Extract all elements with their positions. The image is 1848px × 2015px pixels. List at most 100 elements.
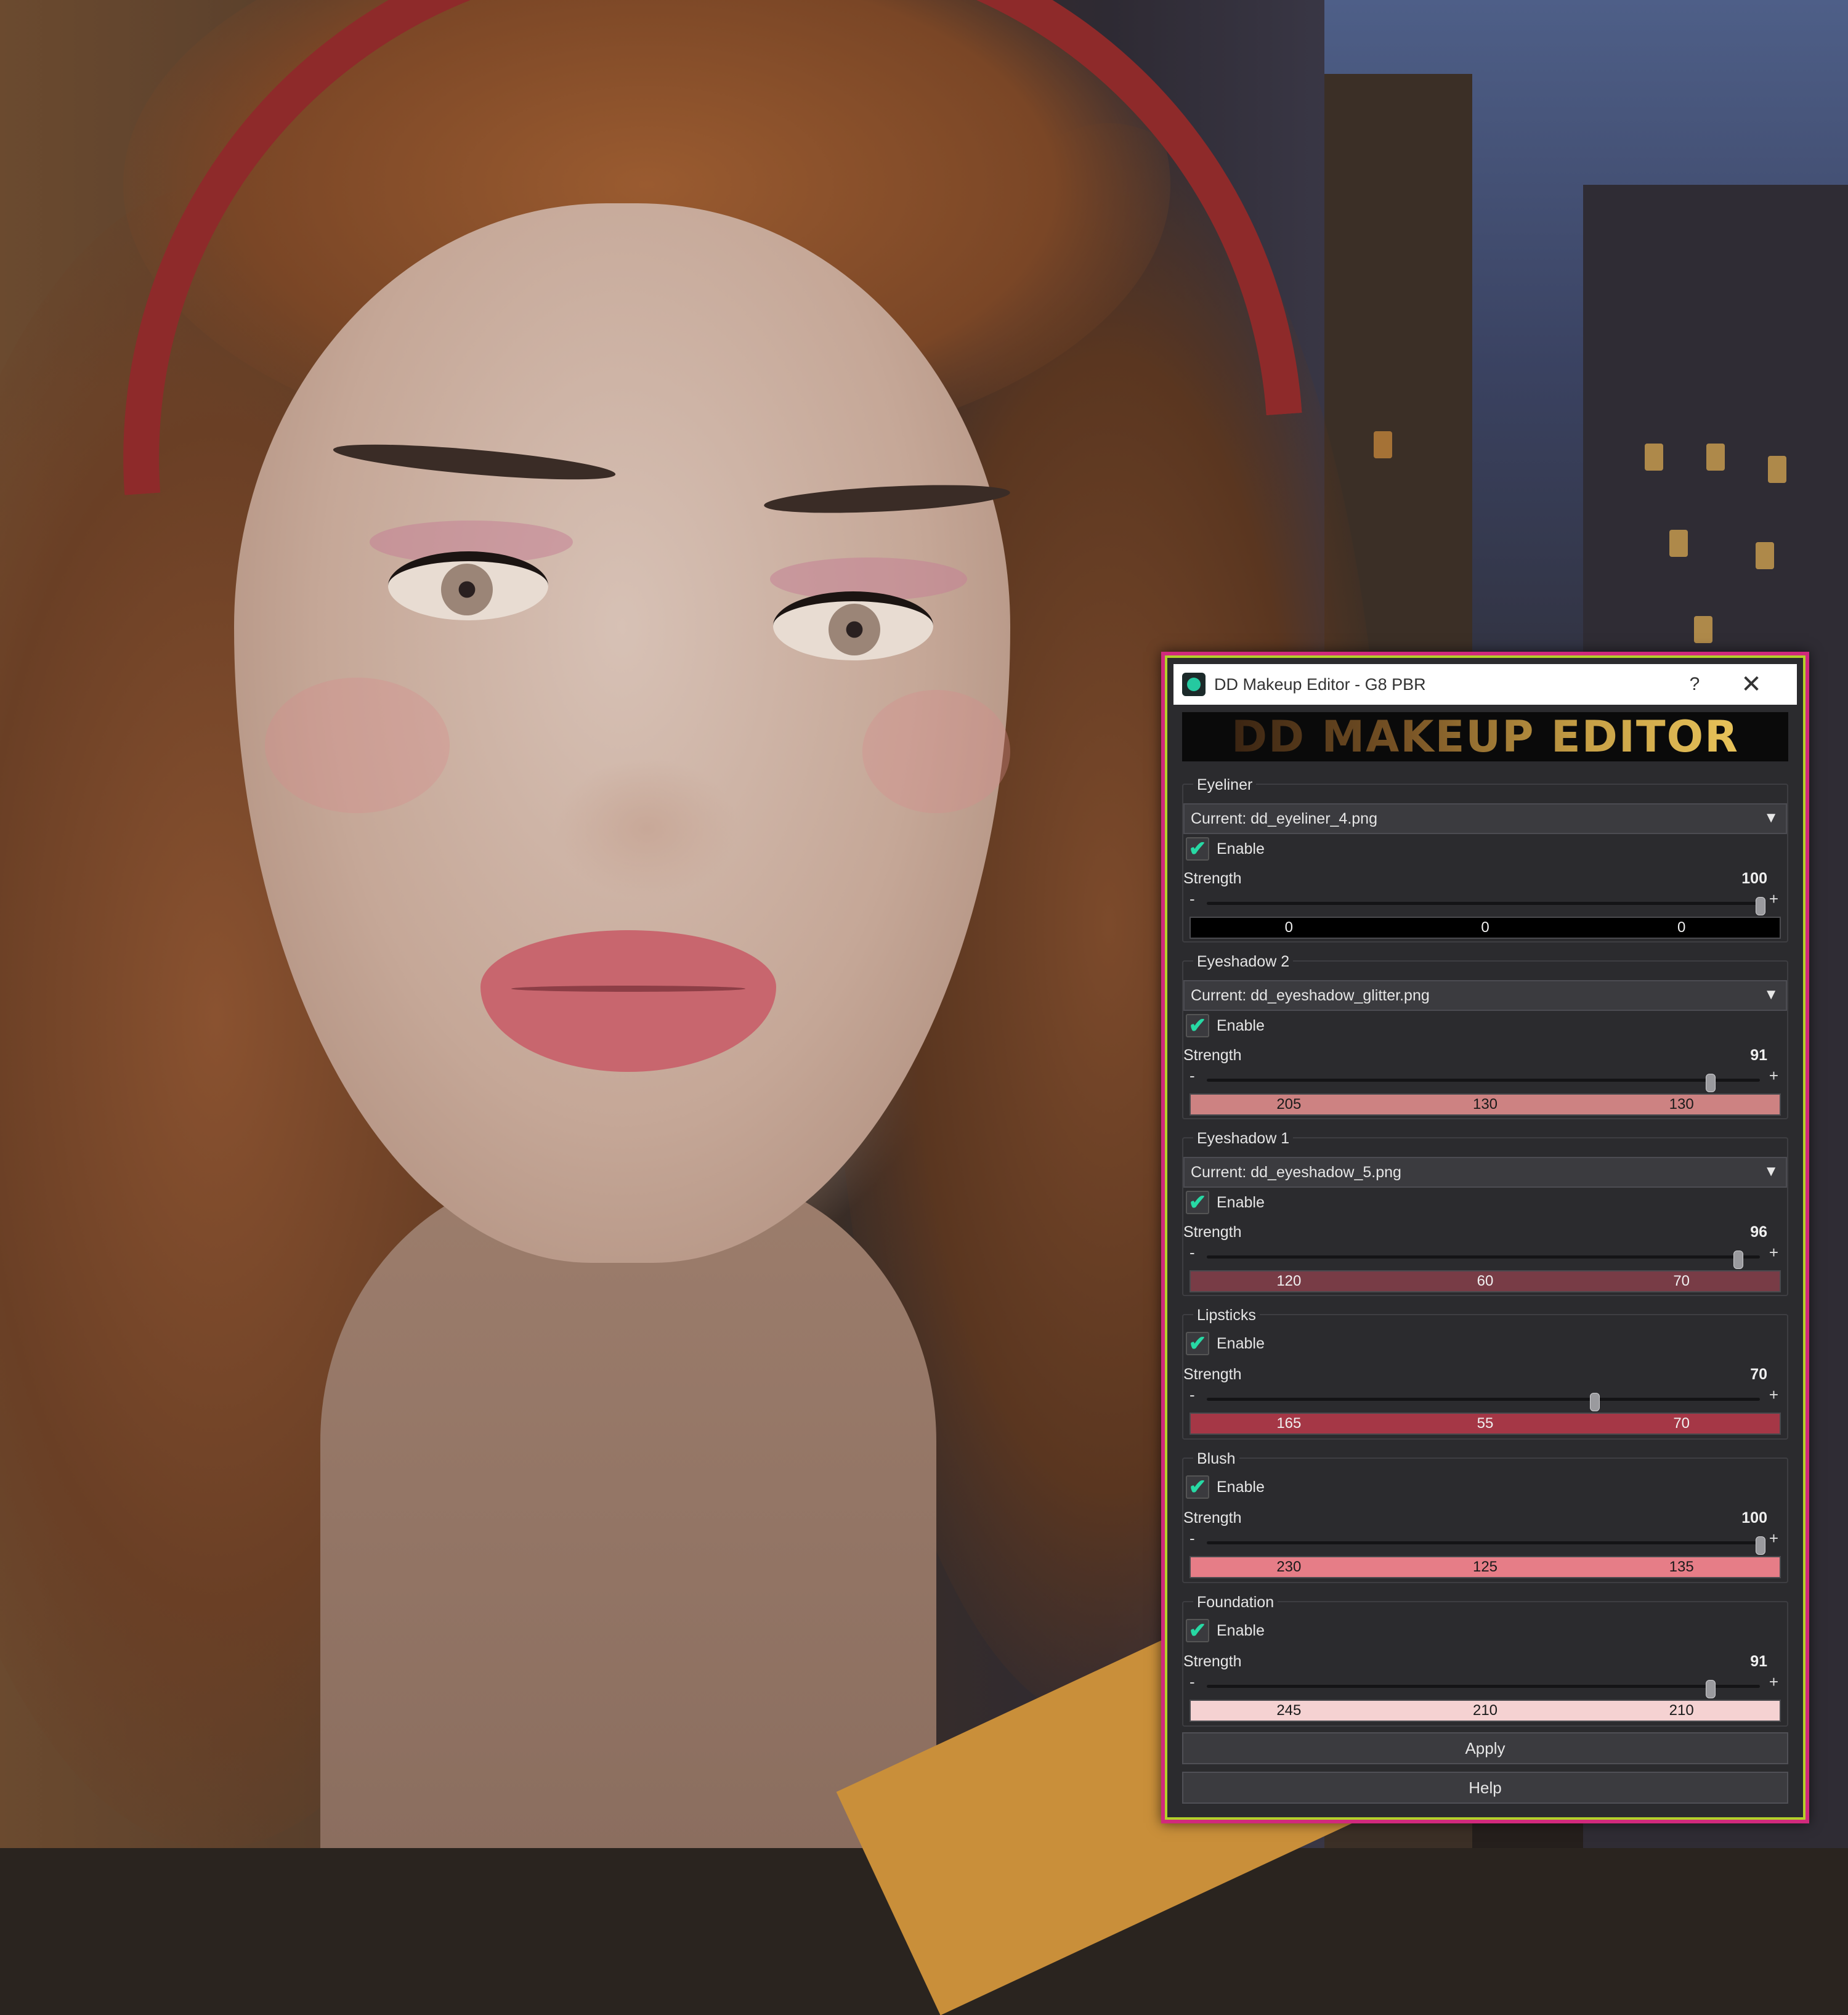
- color-swatch[interactable]: 230 125 135: [1189, 1556, 1781, 1578]
- enable-label: Enable: [1217, 1016, 1265, 1034]
- check-icon: ✔: [1186, 1014, 1209, 1037]
- strength-slider[interactable]: - +: [1188, 890, 1778, 915]
- color-swatch[interactable]: 205 130 130: [1189, 1093, 1781, 1116]
- section-eyeliner: Eyeliner Current: dd_eyeliner_4.png ▼ ✔ …: [1182, 776, 1788, 943]
- strength-slider[interactable]: - +: [1188, 1243, 1778, 1269]
- slider-thumb[interactable]: [1756, 897, 1765, 915]
- section-label: Eyeshadow 2: [1193, 953, 1294, 971]
- enable-checkbox[interactable]: ✔ Enable: [1183, 837, 1265, 861]
- plus-icon[interactable]: +: [1769, 1529, 1778, 1548]
- check-icon: ✔: [1186, 1332, 1209, 1355]
- color-g: 55: [1477, 1415, 1494, 1432]
- enable-checkbox[interactable]: ✔ Enable: [1183, 1013, 1265, 1038]
- enable-checkbox[interactable]: ✔ Enable: [1183, 1475, 1265, 1499]
- minus-icon[interactable]: -: [1189, 1385, 1195, 1405]
- color-g: 0: [1481, 919, 1489, 936]
- strength-value: 70: [1750, 1366, 1767, 1383]
- slider-thumb[interactable]: [1706, 1074, 1716, 1092]
- color-g: 130: [1472, 1096, 1498, 1113]
- color-g: 210: [1472, 1702, 1498, 1719]
- slider-thumb[interactable]: [1733, 1251, 1744, 1269]
- color-b: 70: [1673, 1273, 1690, 1289]
- color-swatch[interactable]: 245 210 210: [1189, 1700, 1781, 1722]
- section-blush: Blush ✔ Enable Strength 100 - + 230 125 …: [1182, 1450, 1788, 1583]
- chevron-down-icon: ▼: [1764, 809, 1778, 826]
- slider-track: [1207, 1393, 1760, 1411]
- section-label: Eyeliner: [1193, 776, 1257, 794]
- makeup-editor-dialog: DD Makeup Editor - G8 PBR ? ✕ DD MAKEUP …: [1161, 652, 1809, 1823]
- strength-label: Strength: [1183, 870, 1242, 887]
- color-b: 0: [1677, 919, 1686, 936]
- dropdown-value: Current: dd_eyeshadow_5.png: [1191, 1163, 1401, 1181]
- plus-icon[interactable]: +: [1769, 1385, 1778, 1405]
- texture-dropdown[interactable]: Current: dd_eyeshadow_5.png ▼: [1183, 1157, 1787, 1188]
- slider-track: [1207, 1251, 1760, 1269]
- slider-thumb[interactable]: [1756, 1536, 1765, 1555]
- texture-dropdown[interactable]: Current: dd_eyeshadow_glitter.png ▼: [1183, 980, 1787, 1011]
- chevron-down-icon: ▼: [1764, 986, 1778, 1003]
- strength-value: 91: [1750, 1653, 1767, 1670]
- check-icon: ✔: [1186, 1475, 1209, 1499]
- slider-track: [1207, 1074, 1760, 1092]
- section-label: Foundation: [1193, 1594, 1278, 1612]
- texture-dropdown[interactable]: Current: dd_eyeliner_4.png ▼: [1183, 803, 1787, 834]
- color-r: 165: [1276, 1415, 1302, 1432]
- enable-checkbox[interactable]: ✔ Enable: [1183, 1331, 1265, 1356]
- section-eyeshadow-1: Eyeshadow 1 Current: dd_eyeshadow_5.png …: [1182, 1130, 1788, 1296]
- color-b: 210: [1669, 1702, 1694, 1719]
- strength-value: 100: [1741, 1509, 1767, 1526]
- banner-text: DD MAKEUP EDITOR: [1231, 712, 1740, 762]
- slider-thumb[interactable]: [1589, 1393, 1600, 1411]
- enable-label: Enable: [1217, 1334, 1265, 1352]
- color-g: 125: [1472, 1559, 1498, 1575]
- enable-label: Enable: [1217, 1621, 1265, 1639]
- section-foundation: Foundation ✔ Enable Strength 91 - + 245 …: [1182, 1594, 1788, 1727]
- minus-icon[interactable]: -: [1189, 1066, 1195, 1085]
- dropdown-value: Current: dd_eyeliner_4.png: [1191, 809, 1377, 827]
- window-title: DD Makeup Editor - G8 PBR: [1214, 675, 1426, 694]
- minus-icon[interactable]: -: [1189, 1529, 1195, 1548]
- strength-slider[interactable]: - +: [1188, 1066, 1778, 1092]
- color-swatch[interactable]: 0 0 0: [1189, 917, 1781, 939]
- strength-slider[interactable]: - +: [1188, 1672, 1778, 1698]
- color-g: 60: [1477, 1273, 1494, 1289]
- color-r: 205: [1276, 1096, 1302, 1113]
- slider-thumb[interactable]: [1706, 1680, 1716, 1698]
- color-b: 130: [1669, 1096, 1694, 1113]
- strength-value: 96: [1750, 1223, 1767, 1241]
- section-label: Eyeshadow 1: [1193, 1130, 1294, 1148]
- help-button[interactable]: Help: [1182, 1772, 1788, 1804]
- banner-logo: DD MAKEUP EDITOR: [1182, 712, 1788, 762]
- color-r: 120: [1276, 1273, 1302, 1289]
- enable-label: Enable: [1217, 1193, 1265, 1211]
- strength-label: Strength: [1183, 1509, 1242, 1526]
- slider-track: [1207, 1680, 1760, 1698]
- apply-button[interactable]: Apply: [1182, 1732, 1788, 1764]
- dropdown-value: Current: dd_eyeshadow_glitter.png: [1191, 986, 1430, 1004]
- color-swatch[interactable]: 120 60 70: [1189, 1270, 1781, 1292]
- enable-checkbox[interactable]: ✔ Enable: [1183, 1618, 1265, 1643]
- plus-icon[interactable]: +: [1769, 1243, 1778, 1262]
- strength-label: Strength: [1183, 1047, 1242, 1064]
- plus-icon[interactable]: +: [1769, 1672, 1778, 1692]
- strength-label: Strength: [1183, 1223, 1242, 1241]
- minus-icon[interactable]: -: [1189, 1672, 1195, 1692]
- strength-slider[interactable]: - +: [1188, 1385, 1778, 1411]
- minus-icon[interactable]: -: [1189, 890, 1195, 909]
- chevron-down-icon: ▼: [1764, 1163, 1778, 1180]
- color-b: 70: [1673, 1415, 1690, 1432]
- enable-label: Enable: [1217, 1478, 1265, 1496]
- section-eyeshadow-2: Eyeshadow 2 Current: dd_eyeshadow_glitte…: [1182, 953, 1788, 1119]
- color-swatch[interactable]: 165 55 70: [1189, 1413, 1781, 1435]
- slider-track: [1207, 897, 1765, 915]
- enable-checkbox[interactable]: ✔ Enable: [1183, 1190, 1265, 1215]
- title-bar[interactable]: DD Makeup Editor - G8 PBR ? ✕: [1173, 664, 1797, 705]
- plus-icon[interactable]: +: [1769, 890, 1778, 909]
- section-label: Blush: [1193, 1450, 1239, 1468]
- check-icon: ✔: [1186, 837, 1209, 861]
- minus-icon[interactable]: -: [1189, 1243, 1195, 1262]
- help-question-button[interactable]: ?: [1670, 664, 1719, 705]
- strength-slider[interactable]: - +: [1188, 1529, 1778, 1555]
- plus-icon[interactable]: +: [1769, 1066, 1778, 1085]
- close-button[interactable]: ✕: [1727, 664, 1776, 705]
